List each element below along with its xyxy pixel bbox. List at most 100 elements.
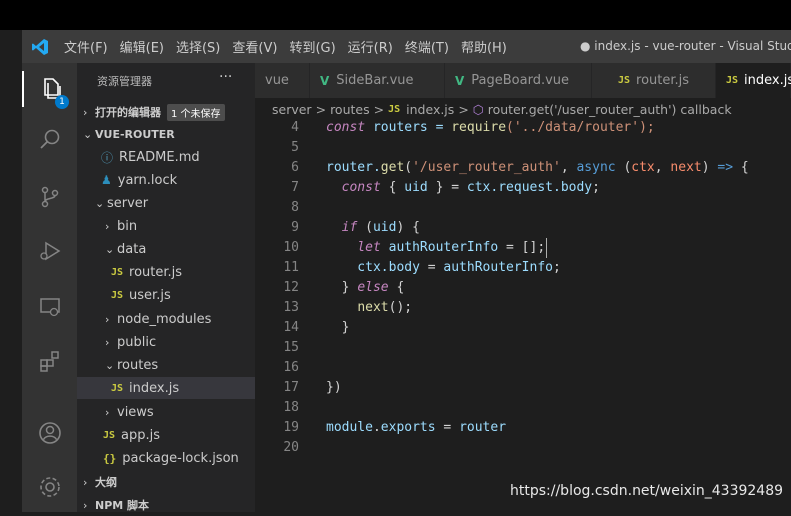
- code-token: router.: [326, 160, 381, 175]
- open-editors-section[interactable]: › 打开的编辑器 1 个未保存: [77, 101, 255, 123]
- tree-item-app-js[interactable]: JS app.js: [77, 424, 281, 446]
- line-number: 20: [283, 440, 299, 455]
- line-number: 13: [283, 300, 299, 315]
- window-title: ● index.js - vue-router - Visual Studio …: [580, 39, 791, 53]
- tab-index-js[interactable]: JS index.js: [716, 63, 791, 98]
- tab-pageboard-vue[interactable]: V PageBoard.vue: [445, 63, 592, 98]
- chevron-down-icon: ⌄: [105, 242, 115, 256]
- project-section[interactable]: ⌄ VUE-ROUTER: [77, 123, 255, 145]
- code-line: 16: [255, 358, 791, 378]
- tree-item-package-lock[interactable]: {} package-lock.json: [77, 447, 281, 469]
- text-cursor: [546, 238, 548, 258]
- menu-view[interactable]: 查看(V): [226, 37, 283, 56]
- menu-go[interactable]: 转到(G): [283, 37, 341, 56]
- code-token: module: [326, 420, 373, 435]
- code-token: routers =: [365, 120, 452, 135]
- source-control-icon[interactable]: [22, 179, 77, 215]
- more-actions-icon[interactable]: ···: [219, 69, 232, 85]
- tree-item-index-js[interactable]: JS index.js: [77, 377, 255, 399]
- line-number: 10: [283, 240, 299, 255]
- remote-explorer-icon[interactable]: [22, 289, 77, 325]
- extensions-icon[interactable]: [22, 343, 77, 379]
- code-line: 20: [255, 438, 791, 458]
- line-number: 7: [291, 180, 299, 195]
- tree-item-label: user.js: [129, 287, 171, 303]
- menu-edit[interactable]: 编辑(E): [114, 37, 170, 56]
- tab-router-js[interactable]: JS router.js: [592, 63, 716, 98]
- code-token: ,: [560, 160, 577, 175]
- code-token: {: [388, 280, 405, 295]
- code-token: const: [326, 120, 366, 135]
- tab-sidebar-vue[interactable]: V SideBar.vue: [310, 63, 445, 98]
- code-line: 15: [255, 338, 791, 358]
- tree-folder-server[interactable]: ⌄ server: [77, 192, 273, 214]
- tab-partial-vue[interactable]: vue: [255, 63, 310, 98]
- tree-item-label: bin: [117, 218, 138, 234]
- breadcrumb-server[interactable]: server: [272, 102, 312, 117]
- menu-terminal[interactable]: 终端(T): [399, 37, 455, 56]
- js-file-icon: JS: [111, 382, 124, 394]
- code-editor[interactable]: 4 const routers = require ('../data/route…: [255, 118, 791, 512]
- js-file-icon: JS: [726, 75, 739, 86]
- account-icon[interactable]: [22, 415, 77, 451]
- files-icon[interactable]: 1: [22, 71, 77, 109]
- tree-folder-public[interactable]: › public: [77, 331, 283, 353]
- open-editors-label: 打开的编辑器: [95, 106, 161, 119]
- tree-folder-node-modules[interactable]: › node_modules: [77, 308, 283, 330]
- breadcrumb-file[interactable]: index.js: [406, 102, 454, 117]
- outline-section[interactable]: › 大纲: [77, 471, 255, 493]
- line-number: 16: [283, 360, 299, 375]
- json-file-icon: {}: [103, 451, 117, 465]
- breadcrumb-symbol[interactable]: router.get('/user_router_auth') callback: [488, 102, 732, 117]
- menu-help[interactable]: 帮助(H): [455, 37, 513, 56]
- badge-count: 1: [55, 95, 69, 109]
- tree-folder-views[interactable]: › views: [77, 401, 283, 423]
- editor-tabs: vue V SideBar.vue V PageBoard.vue JS rou…: [255, 63, 791, 98]
- tree-item-yarn-lock[interactable]: ♟ yarn.lock: [77, 169, 279, 191]
- code-token: }: [326, 320, 350, 335]
- menu-selection[interactable]: 选择(S): [170, 37, 226, 56]
- tree-item-label: app.js: [121, 427, 161, 443]
- tree-item-label: index.js: [129, 380, 180, 396]
- code-line: 9 if (uid) {: [255, 218, 791, 238]
- code-line: 12 } else {: [255, 278, 791, 298]
- chevron-down-icon: ⌄: [105, 358, 115, 372]
- title-bar: 文件(F) 编辑(E) 选择(S) 查看(V) 转到(G) 运行(R) 终端(T…: [22, 30, 791, 63]
- code-token: const: [326, 180, 381, 195]
- line-number: 12: [283, 280, 299, 295]
- code-line: 5: [255, 138, 791, 158]
- line-number: 14: [283, 320, 299, 335]
- code-token: else: [357, 280, 389, 295]
- breadcrumb-routes[interactable]: routes: [330, 102, 370, 117]
- code-token: async: [576, 160, 616, 175]
- tree-item-label: package-lock.json: [122, 450, 239, 466]
- code-token: (: [404, 160, 413, 175]
- settings-gear-icon[interactable]: [22, 469, 77, 505]
- vue-file-icon: V: [320, 73, 330, 88]
- tree-item-readme[interactable]: ⓘ README.md: [77, 146, 279, 168]
- menu-run[interactable]: 运行(R): [342, 37, 399, 56]
- breadcrumb-sep: >: [315, 101, 327, 117]
- explorer-header: 资源管理器: [97, 75, 152, 88]
- code-token: ();: [388, 300, 413, 315]
- npm-scripts-section[interactable]: › NPM 脚本: [77, 494, 255, 516]
- tree-folder-bin[interactable]: › bin: [77, 215, 283, 237]
- code-token: } =: [427, 180, 467, 195]
- search-icon[interactable]: [22, 121, 77, 157]
- tree-item-label: node_modules: [117, 311, 212, 327]
- tree-folder-routes[interactable]: ⌄ routes: [77, 354, 283, 376]
- chevron-right-icon: ›: [83, 498, 88, 512]
- chevron-down-icon: ⌄: [83, 127, 93, 141]
- code-token: ;: [592, 180, 600, 195]
- tab-label: router.js: [636, 73, 690, 88]
- menu-file[interactable]: 文件(F): [58, 37, 114, 56]
- tree-folder-data[interactable]: ⌄ data: [77, 238, 283, 260]
- run-debug-icon[interactable]: [22, 233, 77, 269]
- code-token: ) {: [396, 220, 420, 235]
- code-token: ctx.request.body: [466, 180, 593, 195]
- chevron-right-icon: ›: [83, 105, 88, 119]
- line-number: 4: [291, 120, 299, 135]
- chevron-right-icon: ›: [83, 475, 88, 489]
- js-file-icon: JS: [111, 289, 124, 301]
